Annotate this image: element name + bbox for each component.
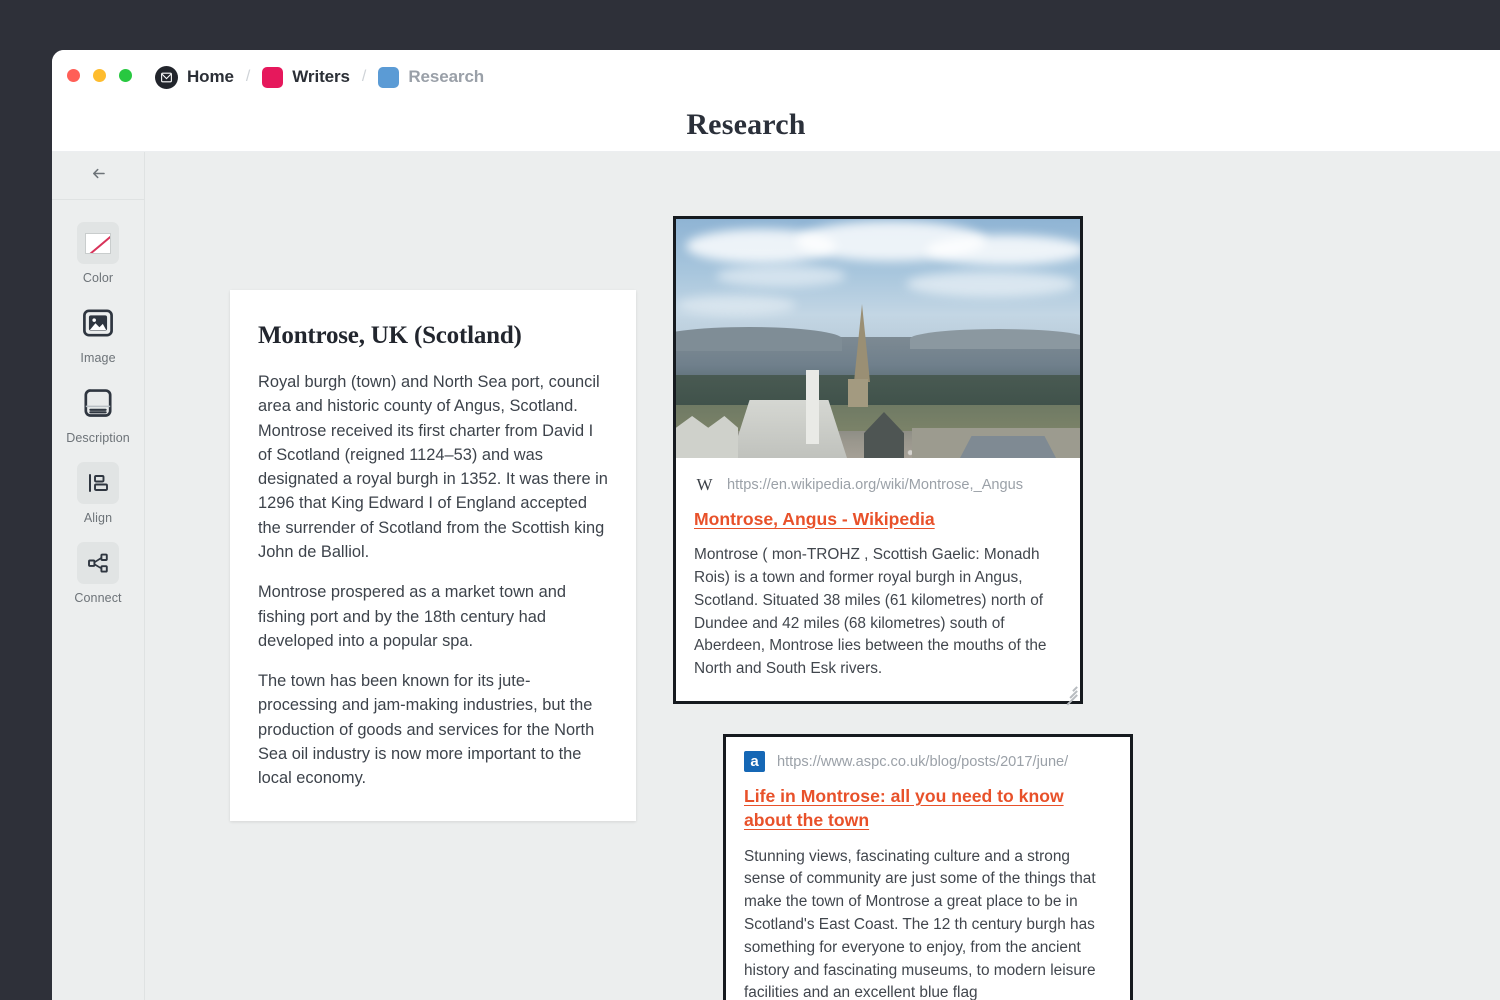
url-row: a https://www.aspc.co.uk/blog/posts/2017…	[744, 751, 1112, 772]
breadcrumb-separator: /	[359, 68, 369, 86]
sidebar-item-align[interactable]: Align	[52, 462, 144, 525]
sidebar-label-align: Align	[84, 511, 112, 525]
home-logo-icon	[155, 66, 178, 89]
description-icon	[77, 382, 119, 424]
note-paragraph: Royal burgh (town) and North Sea port, c…	[258, 370, 608, 564]
web-card-body: a https://www.aspc.co.uk/blog/posts/2017…	[726, 737, 1130, 1000]
close-window-button[interactable]	[67, 69, 80, 82]
url-row: W https://en.wikipedia.org/wiki/Montrose…	[694, 474, 1062, 495]
window-controls	[67, 69, 132, 82]
web-card-body: W https://en.wikipedia.org/wiki/Montrose…	[676, 458, 1080, 701]
breadcrumb-label-research: Research	[408, 67, 484, 87]
breadcrumb-separator: /	[243, 68, 253, 86]
align-icon	[77, 462, 119, 504]
title-bar: Home / Writers / Research Research	[52, 50, 1500, 152]
sidebar-item-description[interactable]: Description	[52, 382, 144, 445]
note-paragraph: Montrose prospered as a market town and …	[258, 580, 608, 653]
sidebar-item-image[interactable]: Image	[52, 302, 144, 365]
arrow-left-icon	[89, 164, 108, 188]
note-card[interactable]: Montrose, UK (Scotland) Royal burgh (tow…	[230, 290, 636, 821]
sidebar-item-connect[interactable]: Connect	[52, 542, 144, 605]
sidebar-item-color[interactable]: Color	[52, 222, 144, 285]
back-button[interactable]	[52, 152, 144, 200]
note-paragraph: The town has been known for its jute-pro…	[258, 669, 608, 790]
web-card-snippet: Montrose ( mon-TROHZ , Scottish Gaelic: …	[694, 544, 1062, 681]
canvas[interactable]: Montrose, UK (Scotland) Royal burgh (tow…	[145, 152, 1500, 1000]
wikipedia-w-icon: W	[694, 474, 715, 495]
sidebar-label-description: Description	[66, 431, 130, 445]
web-card-title-link[interactable]: Montrose, Angus - Wikipedia	[694, 507, 1062, 531]
resize-handle[interactable]	[1061, 682, 1077, 698]
writers-color-swatch	[262, 67, 283, 88]
breadcrumb-label-home: Home	[187, 67, 234, 87]
minimize-window-button[interactable]	[93, 69, 106, 82]
web-card-title-link[interactable]: Life in Montrose: all you need to know a…	[744, 784, 1112, 833]
maximize-window-button[interactable]	[119, 69, 132, 82]
tool-sidebar: Color Image	[52, 152, 145, 1000]
sidebar-label-connect: Connect	[74, 591, 121, 605]
page-title: Research	[52, 108, 1500, 142]
connect-icon	[77, 542, 119, 584]
sidebar-label-image: Image	[80, 351, 115, 365]
tool-list: Color Image	[52, 200, 144, 605]
breadcrumb-item-research[interactable]: Research	[378, 67, 484, 88]
breadcrumb-item-home[interactable]: Home	[155, 66, 234, 89]
sidebar-label-color: Color	[83, 271, 113, 285]
web-card-snippet: Stunning views, fascinating culture and …	[744, 846, 1112, 1000]
no-color-swatch-icon	[77, 222, 119, 264]
web-card-aspc[interactable]: a https://www.aspc.co.uk/blog/posts/2017…	[723, 734, 1133, 1000]
montrose-townscape-photo	[676, 219, 1080, 458]
url-text: https://www.aspc.co.uk/blog/posts/2017/j…	[777, 754, 1068, 770]
app-window: Home / Writers / Research Research	[52, 50, 1500, 1000]
body-area: Color Image	[52, 152, 1500, 1000]
research-color-swatch	[378, 67, 399, 88]
aspc-a-icon: a	[744, 751, 765, 772]
web-card-wikipedia[interactable]: W https://en.wikipedia.org/wiki/Montrose…	[673, 216, 1083, 704]
image-icon	[77, 302, 119, 344]
breadcrumb: Home / Writers / Research	[155, 63, 484, 91]
breadcrumb-item-writers[interactable]: Writers	[262, 67, 350, 88]
breadcrumb-label-writers: Writers	[292, 67, 350, 87]
note-card-title: Montrose, UK (Scotland)	[258, 322, 608, 350]
url-text: https://en.wikipedia.org/wiki/Montrose,_…	[727, 477, 1023, 493]
